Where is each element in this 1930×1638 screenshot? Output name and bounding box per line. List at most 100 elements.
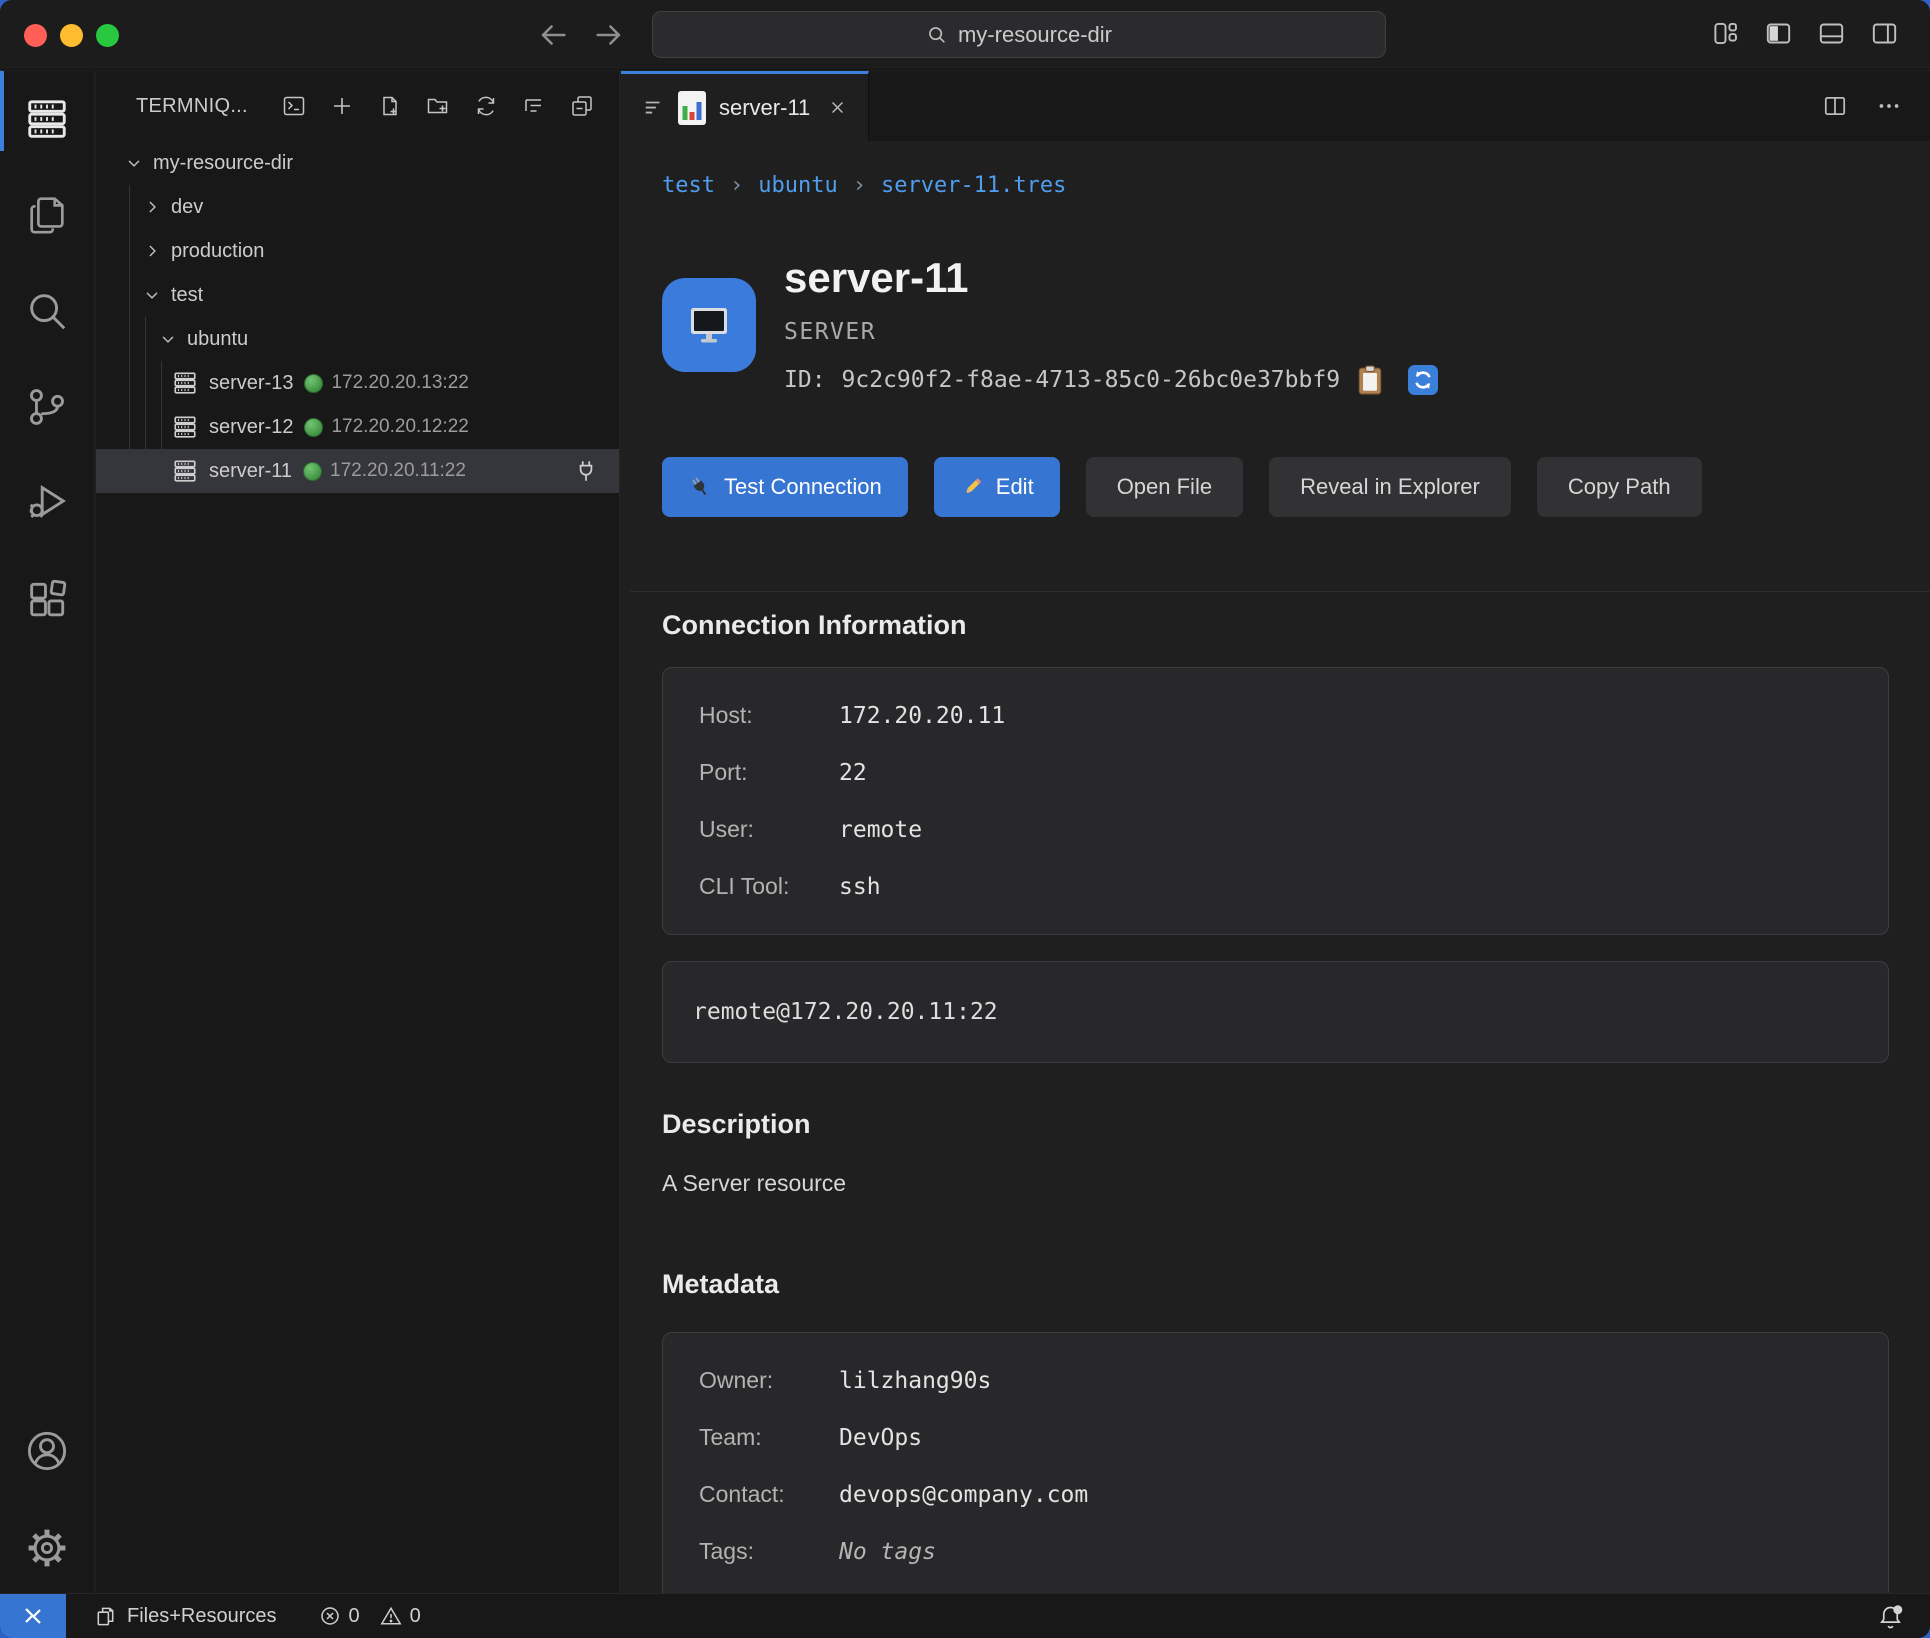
online-status-dot	[303, 462, 322, 481]
notifications-button[interactable]	[1877, 1603, 1904, 1630]
field-value: ssh	[839, 874, 881, 900]
collapse-all-button[interactable]	[570, 94, 594, 118]
open-file-button[interactable]: Open File	[1086, 457, 1243, 517]
toggle-sidebar-button[interactable]	[1765, 20, 1792, 47]
online-status-dot	[304, 418, 323, 437]
chevron-down-icon	[142, 285, 162, 305]
field-label: User:	[699, 816, 839, 843]
description-text: A Server resource	[662, 1170, 1889, 1197]
server-rack-view-button[interactable]	[24, 96, 70, 142]
tree-item-production[interactable]: production	[96, 229, 619, 273]
warning-icon	[380, 1605, 402, 1627]
breadcrumb-file[interactable]: server-11.tres	[881, 173, 1066, 198]
chevron-down-icon	[124, 153, 144, 173]
metadata-row-owner: Owner: lilzhang90s	[699, 1367, 1852, 1394]
explorer-view-button[interactable]	[24, 191, 70, 237]
close-window-button[interactable]	[24, 24, 47, 47]
account-icon	[24, 1428, 70, 1474]
tab-server-11[interactable]: server-11	[621, 71, 869, 141]
add-button[interactable]	[330, 94, 354, 118]
reveal-in-explorer-button[interactable]: Reveal in Explorer	[1269, 457, 1511, 517]
split-editor-button[interactable]	[1822, 93, 1848, 119]
sidebar: TERMNIQ... my-resource-dir	[96, 71, 620, 1593]
ssh-string-card: remote@172.20.20.11:22	[662, 961, 1889, 1063]
connection-info-card: Host: 172.20.20.11 Port: 22 User: remote…	[662, 667, 1889, 935]
edit-button[interactable]: Edit	[934, 457, 1060, 517]
problems-status-item[interactable]: 0 0	[319, 1605, 433, 1628]
metadata-row-contact: Contact: devops@company.com	[699, 1481, 1852, 1508]
status-bar: Files+Resources 0 0	[0, 1593, 1930, 1638]
server-address: 172.20.20.11:22	[330, 460, 466, 482]
open-terminal-button[interactable]	[282, 94, 306, 118]
connect-plug-button[interactable]	[573, 458, 599, 484]
source-control-view-button[interactable]	[24, 384, 70, 430]
toggle-secondary-sidebar-icon	[1871, 20, 1898, 47]
run-debug-view-button[interactable]	[24, 479, 70, 525]
tree-view-button[interactable]	[522, 94, 546, 118]
tree-item-test[interactable]: test	[96, 273, 619, 317]
breadcrumb-separator: ›	[730, 173, 743, 198]
plug-icon	[688, 475, 712, 499]
command-center-search[interactable]: my-resource-dir	[652, 11, 1386, 58]
new-file-button[interactable]	[378, 94, 402, 118]
resource-id-row: ID: 9c2c90f2-f8ae-4713-85c0-26bc0e37bbf9	[784, 365, 1438, 395]
breadcrumb-ubuntu[interactable]: ubuntu	[758, 173, 837, 198]
breadcrumb: test › ubuntu › server-11.tres	[662, 173, 1889, 198]
tree-item-dev[interactable]: dev	[96, 185, 619, 229]
close-tab-button[interactable]	[829, 99, 846, 116]
refresh-button[interactable]	[474, 94, 498, 118]
breadcrumb-test[interactable]: test	[662, 173, 715, 198]
resource-detail-view: test › ubuntu › server-11.tres server-11…	[621, 141, 1930, 1593]
toggle-panel-icon	[1818, 20, 1845, 47]
maximize-window-button[interactable]	[96, 24, 119, 47]
field-value: lilzhang90s	[839, 1368, 991, 1394]
resource-tree: my-resource-dir dev production test ubun…	[96, 141, 619, 493]
tree-item-ubuntu[interactable]: ubuntu	[96, 317, 619, 361]
minimize-window-button[interactable]	[60, 24, 83, 47]
copy-path-button[interactable]: Copy Path	[1537, 457, 1702, 517]
tree-list-icon	[522, 94, 546, 118]
toggle-panel-button[interactable]	[1818, 20, 1845, 47]
customize-layout-button[interactable]	[1712, 20, 1739, 47]
indent-guide	[129, 185, 130, 493]
field-label: Team:	[699, 1424, 839, 1451]
field-value: 172.20.20.11	[839, 703, 1005, 729]
plus-icon	[330, 94, 354, 118]
server-rack-icon	[172, 458, 198, 484]
tree-item-label: production	[171, 240, 264, 263]
field-value: 22	[839, 760, 867, 786]
tree-item-server-11[interactable]: server-11 172.20.20.11:22	[96, 449, 619, 493]
resource-header: server-11 SERVER ID: 9c2c90f2-f8ae-4713-…	[662, 254, 1889, 395]
new-folder-button[interactable]	[426, 94, 450, 118]
tree-item-label: test	[171, 284, 203, 307]
account-button[interactable]	[24, 1428, 70, 1474]
files-resources-status-item[interactable]: Files+Resources	[94, 1605, 277, 1628]
back-button[interactable]	[536, 18, 570, 52]
remote-indicator[interactable]	[0, 1594, 66, 1638]
connection-row-user: User: remote	[699, 816, 1852, 843]
server-rack-icon	[24, 96, 70, 142]
search-value: my-resource-dir	[958, 22, 1112, 48]
more-actions-button[interactable]	[1876, 93, 1902, 119]
extensions-view-button[interactable]	[24, 577, 70, 623]
connection-info-heading: Connection Information	[662, 610, 1889, 641]
button-label: Test Connection	[724, 474, 882, 500]
indent-guide	[161, 361, 162, 493]
copy-id-button[interactable]	[1356, 365, 1384, 395]
forward-button[interactable]	[592, 18, 626, 52]
tree-item-server-13[interactable]: server-13 172.20.20.13:22	[96, 361, 619, 405]
bell-icon	[1877, 1603, 1904, 1630]
settings-button[interactable]	[24, 1525, 70, 1571]
toggle-secondary-sidebar-button[interactable]	[1871, 20, 1898, 47]
tree-item-root[interactable]: my-resource-dir	[96, 141, 619, 185]
source-control-icon	[24, 384, 70, 430]
refresh-id-button[interactable]	[1408, 365, 1438, 395]
warning-count: 0	[410, 1605, 421, 1628]
ssh-connection-string: remote@172.20.20.11:22	[693, 999, 998, 1025]
indent-guide	[145, 317, 146, 493]
tree-item-server-12[interactable]: server-12 172.20.20.12:22	[96, 405, 619, 449]
test-connection-button[interactable]: Test Connection	[662, 457, 908, 517]
files-icon	[24, 191, 70, 237]
new-file-icon	[378, 94, 402, 118]
search-view-button[interactable]	[24, 288, 70, 334]
